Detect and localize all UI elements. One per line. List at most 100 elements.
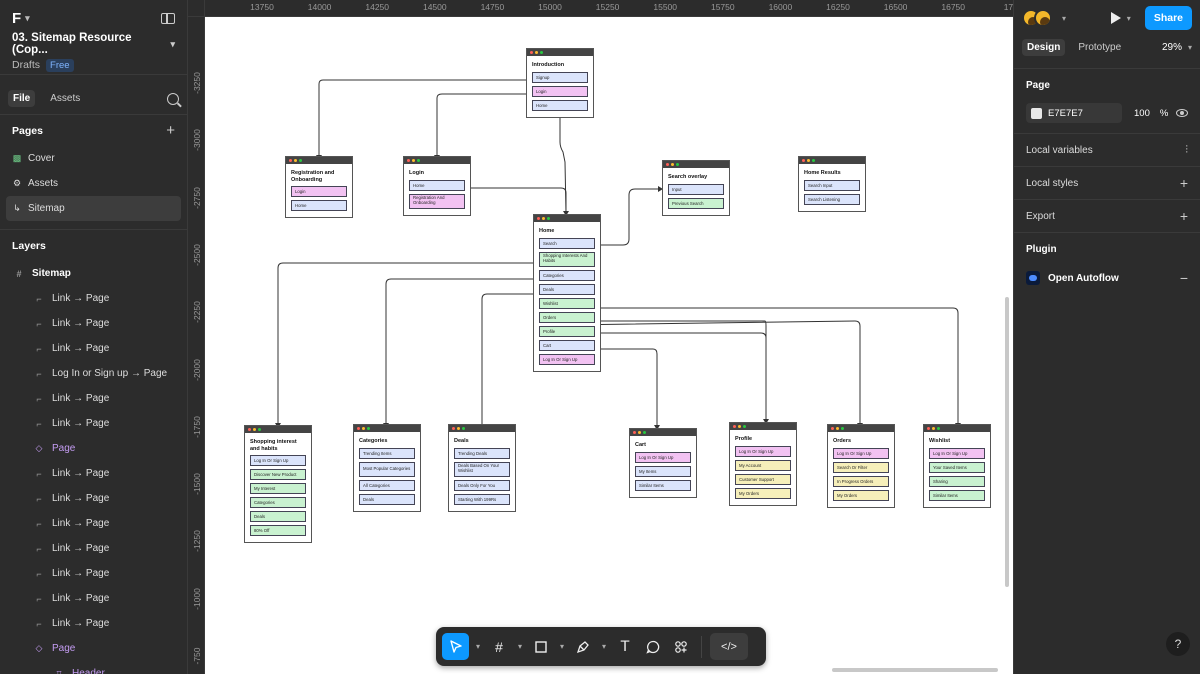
layer-item[interactable]: ⌐ Link → Page — [0, 336, 187, 361]
frame-link-item[interactable]: Trending Deals — [454, 447, 510, 459]
frame-link-item[interactable]: Sharing — [929, 475, 985, 487]
layer-item[interactable]: ⌐ Link → Page — [0, 511, 187, 536]
vertical-scrollbar[interactable] — [1005, 297, 1009, 587]
frame-tool[interactable]: # — [487, 633, 511, 660]
layer-item[interactable]: ⌐ Link → Page — [0, 461, 187, 486]
plugin-open-autoflow[interactable]: Open Autoflow − — [1026, 265, 1188, 291]
page-item-cover[interactable]: ▩ Cover — [0, 146, 187, 171]
frame-link-item[interactable]: Orders — [539, 311, 595, 323]
frame-link-item[interactable]: Deals — [250, 511, 306, 523]
frame-link-item[interactable]: Categories — [250, 497, 306, 509]
chevron-down-icon[interactable]: ▾ — [1127, 14, 1131, 23]
add-export-icon[interactable]: + — [1180, 208, 1188, 224]
frame-link-item[interactable]: Search Listening — [804, 193, 860, 205]
frame-link-item[interactable]: All Categories — [359, 479, 415, 491]
design-canvas[interactable]: Introduction Signup Login Home Registration … — [205, 17, 1013, 674]
frame-link-item[interactable]: Most Popular Categories — [359, 461, 415, 477]
frame-link-item[interactable]: Deals Only For You — [454, 479, 510, 491]
pen-tool[interactable] — [571, 633, 595, 660]
file-name-button[interactable]: 03. Sitemap Resource (Cop... ▾ — [0, 32, 187, 56]
frame-shopping[interactable]: Shopping interest and habits Log In Or Si… — [244, 425, 312, 544]
chevron-down-icon[interactable]: ▾ — [1062, 14, 1066, 23]
avatar[interactable] — [1034, 9, 1052, 27]
layer-item[interactable]: ⌐ Link → Page — [0, 486, 187, 511]
zoom-dropdown[interactable]: 29% ▾ — [1162, 42, 1192, 53]
frame-categories[interactable]: Categories Trending Items Most Popular Cat… — [353, 424, 421, 512]
main-menu-button[interactable]: F ▾ — [12, 10, 30, 27]
tab-prototype[interactable]: Prototype — [1073, 39, 1126, 56]
actions-tool[interactable] — [669, 633, 693, 660]
frame-link-item[interactable]: Discover New Product — [250, 469, 306, 481]
text-tool[interactable]: T — [613, 633, 637, 660]
present-play-icon[interactable] — [1110, 12, 1121, 24]
frame-link-item[interactable]: Signup — [532, 71, 588, 83]
dev-mode-toggle[interactable]: </> — [710, 633, 748, 660]
frame-link-item[interactable]: Customer Support — [735, 473, 791, 485]
frame-link-item[interactable]: Profile — [539, 325, 595, 337]
frame-link-item[interactable]: Home — [291, 200, 347, 212]
layer-item[interactable]: ⌐ Link → Page — [0, 536, 187, 561]
chevron-down-icon[interactable]: ▾ — [599, 633, 609, 660]
frame-profile[interactable]: Profile Log In Or Sign Up My Account Custom… — [729, 422, 797, 506]
horizontal-scrollbar[interactable] — [832, 668, 998, 672]
add-page-icon[interactable]: + — [166, 122, 175, 139]
frame-cart[interactable]: Cart Log In Or Sign Up My Items Similar Ite… — [629, 428, 697, 498]
layer-item[interactable]: ⌐ Link → Page — [0, 411, 187, 436]
layer-item[interactable]: ⌐ Log In or Sign up → Page — [0, 361, 187, 386]
frame-link-item[interactable]: Starting With 199Rs — [454, 493, 510, 505]
frame-link-item[interactable]: Search Or Filter — [833, 461, 889, 473]
frame-link-item[interactable]: Deals — [359, 493, 415, 505]
minus-icon[interactable]: − — [1180, 270, 1188, 286]
layer-item[interactable]: ⌐ Link → Page — [0, 611, 187, 636]
frame-search-overlay[interactable]: Search overlay Input Previous Search — [662, 160, 730, 216]
frame-link-item[interactable]: Log In Or Sign Up — [539, 353, 595, 365]
layer-item[interactable]: ⌐ Link → Page — [0, 386, 187, 411]
frame-registration[interactable]: Registration and Onboarding Login Home — [285, 156, 353, 219]
frame-link-item[interactable]: Log In Or Sign Up — [250, 455, 306, 467]
frame-link-item[interactable]: My Items — [635, 465, 691, 477]
frame-link-item[interactable]: Deals Based On Your Wishlist — [454, 461, 510, 477]
frame-link-item[interactable]: Registration And Onboarding — [409, 193, 465, 209]
layer-item[interactable]: ◇ Page — [0, 636, 187, 661]
frame-link-item[interactable]: Home — [409, 179, 465, 191]
help-button[interactable]: ? — [1166, 632, 1190, 656]
chevron-down-icon[interactable]: ▾ — [557, 633, 567, 660]
toggle-ui-icon[interactable] — [161, 12, 175, 24]
frame-link-item[interactable]: Shopping Interests And Habits — [539, 251, 595, 267]
frame-wishlist[interactable]: Wishlist Log In Or Sign Up Your Saved Item… — [923, 424, 991, 508]
add-style-icon[interactable]: + — [1180, 175, 1188, 191]
frame-link-item[interactable]: Log In Or Sign Up — [735, 445, 791, 457]
color-swatch[interactable] — [1031, 107, 1042, 119]
layer-item[interactable]: ⌐ Link → Page — [0, 561, 187, 586]
frame-link-item[interactable]: Login — [291, 186, 347, 198]
comment-tool[interactable] — [641, 633, 665, 660]
frame-link-item[interactable]: Previous Search — [668, 197, 724, 209]
share-button[interactable]: Share — [1144, 6, 1192, 30]
frame-link-item[interactable]: Similar Items — [929, 489, 985, 501]
frame-home-results[interactable]: Home Results Search Input Search Listening — [798, 156, 866, 212]
frame-link-item[interactable]: Search — [539, 237, 595, 249]
sliders-icon[interactable]: ⫶ — [1185, 144, 1188, 157]
frame-link-item[interactable]: Home — [532, 99, 588, 111]
frame-link-item[interactable]: Trending Items — [359, 447, 415, 459]
frame-link-item[interactable]: 80% Off — [250, 525, 306, 537]
eye-icon[interactable] — [1176, 109, 1188, 117]
frame-link-item[interactable]: In Progress Orders — [833, 475, 889, 487]
collaborator-avatars[interactable] — [1022, 9, 1052, 27]
shape-tool[interactable] — [529, 633, 553, 660]
frame-login[interactable]: Login Home Registration And Onboarding — [403, 156, 471, 216]
frame-link-item[interactable]: Categories — [539, 269, 595, 281]
frame-link-item[interactable]: Your Saved Items — [929, 461, 985, 473]
frame-link-item[interactable]: Deals — [539, 283, 595, 295]
frame-link-item[interactable]: My Orders — [833, 489, 889, 501]
layer-sitemap[interactable]: # Sitemap — [0, 261, 187, 286]
frame-link-item[interactable]: Login — [532, 85, 588, 97]
layer-item[interactable]: ⌗ Header — [0, 661, 187, 674]
search-icon[interactable] — [167, 92, 179, 105]
layer-item[interactable]: ⌐ Link → Page — [0, 586, 187, 611]
frame-link-item[interactable]: My Account — [735, 459, 791, 471]
layer-item[interactable]: ◇ Page — [0, 436, 187, 461]
project-link[interactable]: Drafts — [12, 59, 40, 71]
local-variables-label[interactable]: Local variables — [1026, 145, 1093, 156]
chevron-down-icon[interactable]: ▾ — [515, 633, 525, 660]
